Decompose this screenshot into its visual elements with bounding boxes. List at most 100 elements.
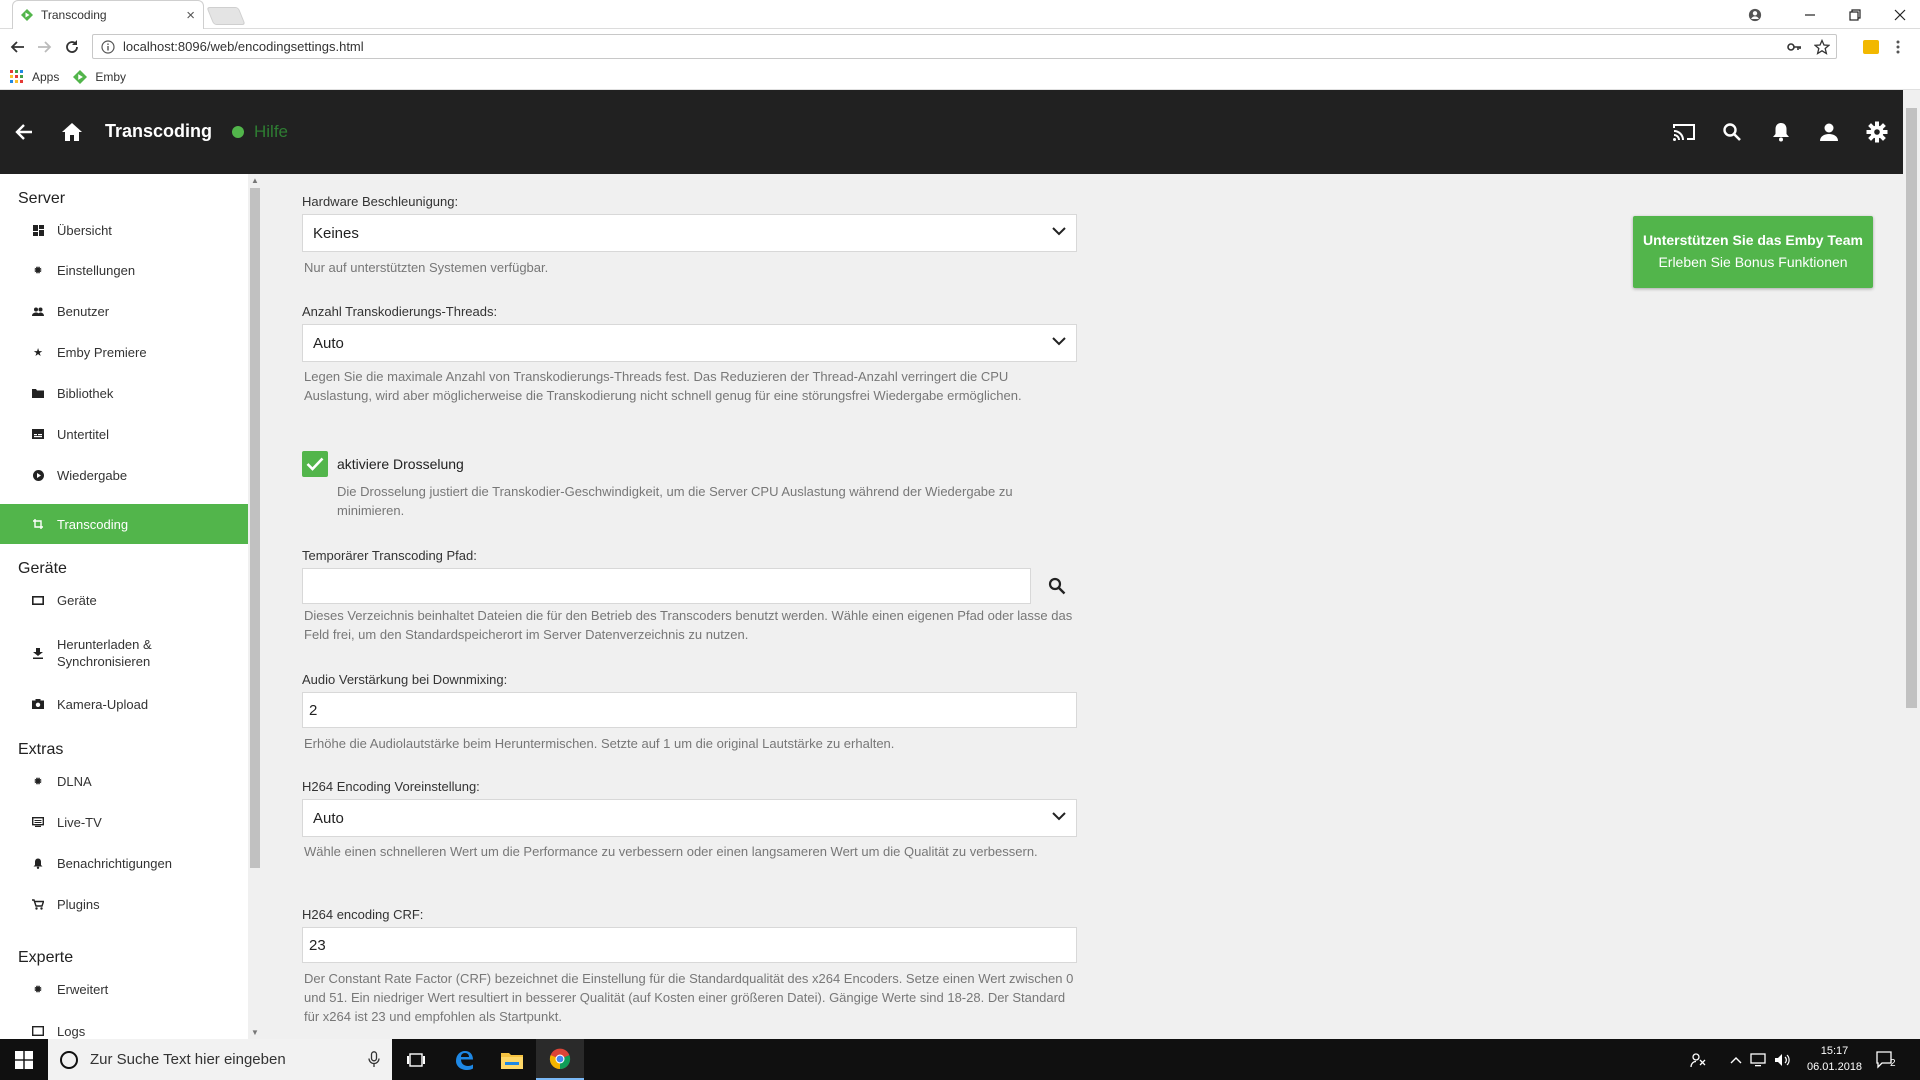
cart-icon bbox=[31, 897, 45, 911]
sidebar-item-einstellungen[interactable]: ✹ Einstellungen bbox=[0, 258, 248, 282]
windows-start-icon[interactable] bbox=[0, 1039, 48, 1080]
page-scrollbar[interactable] bbox=[1903, 90, 1920, 1039]
sidebar-item-herunterladen[interactable]: Herunterladen & Synchronisieren bbox=[0, 636, 248, 670]
key-icon[interactable] bbox=[1786, 39, 1802, 55]
home-icon[interactable] bbox=[60, 120, 84, 144]
bookmark-apps[interactable]: Apps bbox=[10, 69, 59, 84]
sidebar-item-dlna[interactable]: ✹ DLNA bbox=[0, 769, 248, 793]
browser-tab[interactable]: Transcoding × bbox=[12, 0, 204, 29]
sidebar-item-uebersicht[interactable]: Übersicht bbox=[0, 218, 248, 242]
hw-accel-label: Hardware Beschleunigung: bbox=[302, 194, 459, 209]
support-emby-button[interactable]: Unterstützen Sie das Emby Team Erleben S… bbox=[1633, 216, 1873, 288]
hw-accel-select[interactable]: Keines bbox=[302, 214, 1077, 252]
bookmark-star-icon[interactable] bbox=[1814, 39, 1830, 55]
tab-close-icon[interactable]: × bbox=[186, 7, 195, 24]
chevron-down-icon bbox=[1052, 227, 1066, 236]
network-icon[interactable] bbox=[1750, 1039, 1768, 1080]
taskbar-clock[interactable]: 15:17 06.01.2018 bbox=[1807, 1043, 1862, 1075]
tray-expand-icon[interactable] bbox=[1730, 1039, 1742, 1080]
sidebar-item-logs[interactable]: Logs bbox=[0, 1019, 248, 1039]
forward-icon[interactable] bbox=[33, 36, 55, 58]
sidebar-item-plugins[interactable]: Plugins bbox=[0, 892, 248, 916]
back-arrow-icon[interactable] bbox=[12, 120, 36, 144]
microphone-icon[interactable] bbox=[368, 1051, 380, 1068]
h264-crf-input[interactable]: 23 bbox=[302, 927, 1077, 963]
close-window-icon[interactable] bbox=[1880, 0, 1920, 29]
settings-icon: ✹ bbox=[33, 264, 43, 277]
bookmark-emby[interactable]: Emby bbox=[73, 69, 127, 84]
sidebar-item-wiedergabe[interactable]: Wiedergabe bbox=[0, 463, 248, 487]
chrome-browser-icon[interactable] bbox=[536, 1039, 584, 1080]
sidebar-item-emby-premiere[interactable]: ★ Emby Premiere bbox=[0, 340, 248, 364]
h264-preset-value: Auto bbox=[313, 809, 344, 827]
sidebar-item-transcoding[interactable]: Transcoding bbox=[0, 504, 248, 544]
sidebar-item-label: Erweitert bbox=[57, 981, 109, 997]
sidebar-item-kamera-upload[interactable]: Kamera-Upload bbox=[0, 692, 248, 716]
checkmark-icon bbox=[306, 457, 324, 471]
sidebar-scrollbar-thumb[interactable] bbox=[250, 188, 260, 868]
sidebar-item-bibliothek[interactable]: Bibliothek bbox=[0, 381, 248, 405]
sidebar-item-label: Benutzer bbox=[57, 303, 110, 319]
browse-path-search-icon[interactable] bbox=[1042, 571, 1072, 601]
cast-icon[interactable] bbox=[1672, 120, 1696, 144]
threads-select[interactable]: Auto bbox=[302, 324, 1077, 362]
sidebar-scrollbar[interactable]: ▲ ▼ bbox=[248, 174, 262, 1039]
downmix-input[interactable]: 2 bbox=[302, 692, 1077, 728]
threads-help: Legen Sie die maximale Anzahl von Transk… bbox=[304, 369, 1022, 403]
restore-icon[interactable] bbox=[1835, 0, 1875, 29]
promo-line2: Erleben Sie Bonus Funktionen bbox=[1658, 254, 1848, 270]
sidebar-item-geraete[interactable]: Geräte bbox=[0, 588, 248, 612]
camera-icon bbox=[31, 697, 45, 711]
action-center-icon[interactable]: 2 bbox=[1876, 1039, 1896, 1080]
chrome-menu-icon[interactable] bbox=[1896, 40, 1900, 54]
sidebar-item-live-tv[interactable]: Live-TV bbox=[0, 810, 248, 834]
sidebar-item-benutzer[interactable]: Benutzer bbox=[0, 299, 248, 323]
help-link[interactable]: Hilfe bbox=[232, 122, 288, 142]
back-icon[interactable] bbox=[7, 36, 29, 58]
throttle-label[interactable]: aktiviere Drosselung bbox=[337, 456, 464, 472]
apps-grid-icon bbox=[10, 69, 23, 83]
people-icon bbox=[31, 304, 45, 318]
h264-preset-label: H264 Encoding Voreinstellung: bbox=[302, 779, 480, 794]
reload-icon[interactable] bbox=[61, 36, 83, 58]
throttle-checkbox[interactable] bbox=[302, 451, 328, 477]
info-icon[interactable] bbox=[101, 39, 115, 54]
search-icon[interactable] bbox=[1720, 120, 1744, 144]
extension-icon[interactable] bbox=[1863, 40, 1879, 54]
bookmark-emby-label: Emby bbox=[95, 69, 127, 84]
h264-preset-select[interactable]: Auto bbox=[302, 799, 1077, 837]
threads-value: Auto bbox=[313, 334, 344, 352]
sidebar-item-label: Transcoding bbox=[57, 516, 129, 532]
downmix-help: Erhöhe die Audiolautstärke beim Herunter… bbox=[304, 736, 895, 751]
url-input[interactable]: localhost:8096/web/encodingsettings.html bbox=[92, 34, 1837, 59]
minimize-icon[interactable] bbox=[1790, 0, 1830, 29]
sidebar-item-untertitel[interactable]: Untertitel bbox=[0, 422, 248, 446]
sidebar-item-label: Übersicht bbox=[57, 222, 112, 238]
edge-browser-icon[interactable] bbox=[440, 1039, 488, 1080]
h264-preset-help: Wähle einen schnelleren Wert um die Perf… bbox=[304, 844, 1038, 859]
settings-gear-icon[interactable] bbox=[1865, 120, 1889, 144]
hw-accel-value: Keines bbox=[313, 224, 359, 242]
h264-crf-label: H264 encoding CRF: bbox=[302, 907, 424, 922]
people-tray-icon[interactable] bbox=[1690, 1039, 1706, 1080]
profile-icon[interactable] bbox=[1740, 0, 1770, 29]
file-explorer-icon[interactable] bbox=[488, 1039, 536, 1080]
bell-icon bbox=[31, 856, 45, 870]
sidebar-item-erweitert[interactable]: ✹ Erweitert bbox=[0, 977, 248, 1001]
sidebar-item-benachrichtigungen[interactable]: Benachrichtigungen bbox=[0, 851, 248, 875]
h264-crf-help: Der Constant Rate Factor (CRF) bezeichne… bbox=[304, 971, 1074, 1024]
browser-titlebar: Transcoding × bbox=[0, 0, 1920, 29]
sidebar-section-server: Server bbox=[18, 190, 66, 207]
star-icon: ★ bbox=[33, 346, 43, 359]
user-icon[interactable] bbox=[1817, 120, 1841, 144]
temp-path-input[interactable] bbox=[302, 568, 1031, 604]
dashboard-icon bbox=[31, 223, 45, 237]
volume-icon[interactable] bbox=[1774, 1039, 1792, 1080]
page-scrollbar-thumb[interactable] bbox=[1906, 108, 1917, 708]
new-tab-button[interactable] bbox=[206, 7, 246, 25]
settings-icon: ✹ bbox=[33, 983, 43, 996]
task-view-icon[interactable] bbox=[392, 1039, 440, 1080]
notifications-icon[interactable] bbox=[1769, 120, 1793, 144]
taskbar-search-input[interactable]: Zur Suche Text hier eingeben bbox=[48, 1039, 392, 1080]
taskbar-search-placeholder: Zur Suche Text hier eingeben bbox=[90, 1051, 286, 1068]
